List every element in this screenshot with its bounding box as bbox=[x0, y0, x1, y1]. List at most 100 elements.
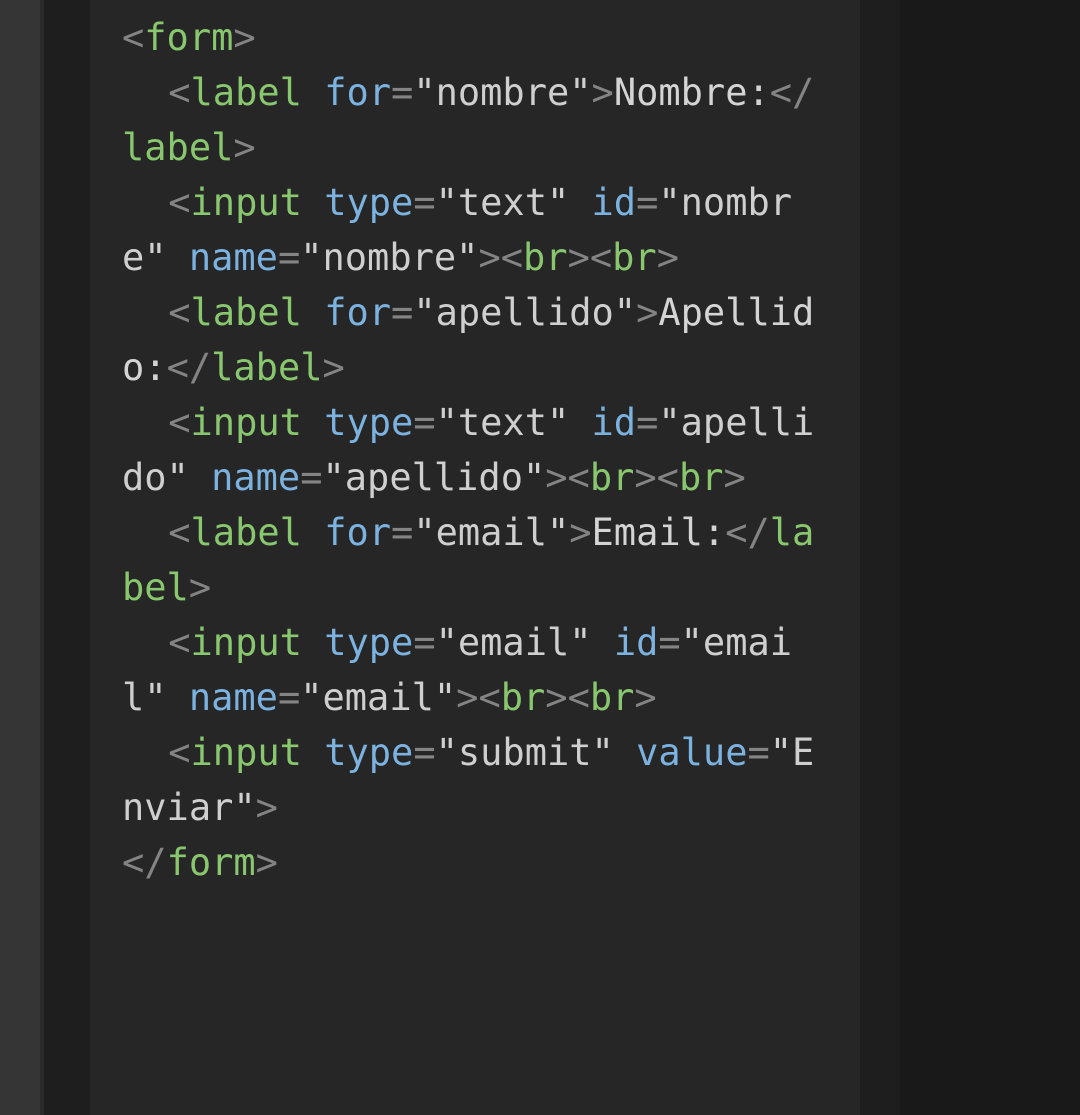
equals: = bbox=[413, 621, 435, 664]
angle-open: < bbox=[168, 71, 190, 114]
space bbox=[302, 621, 324, 664]
equals: = bbox=[391, 291, 413, 334]
tag-label: label bbox=[211, 346, 322, 389]
tag-br: br bbox=[679, 456, 724, 499]
angle-pair: >< bbox=[634, 456, 679, 499]
str-apellido: "apellido" bbox=[323, 456, 546, 499]
indent bbox=[122, 285, 168, 340]
tag-br: br bbox=[590, 676, 635, 719]
editor-background bbox=[900, 0, 1080, 1115]
angle-close: > bbox=[657, 236, 679, 279]
space bbox=[167, 236, 189, 279]
angle-close: > bbox=[636, 291, 658, 334]
angle-open-slash: </ bbox=[122, 841, 167, 884]
space bbox=[189, 456, 211, 499]
str-nombre: "nombre" bbox=[413, 71, 591, 114]
indent bbox=[122, 725, 168, 780]
attr-type: type bbox=[324, 401, 413, 444]
equals: = bbox=[658, 621, 680, 664]
str-apellido: "apellido" bbox=[413, 291, 636, 334]
equals: = bbox=[391, 511, 413, 554]
equals: = bbox=[278, 236, 300, 279]
editor-panel-right bbox=[860, 0, 900, 1115]
space bbox=[614, 731, 636, 774]
angle-close: > bbox=[724, 456, 746, 499]
equals: = bbox=[636, 181, 658, 224]
indent bbox=[122, 505, 168, 560]
angle-open: < bbox=[168, 621, 190, 664]
str-email: "email" bbox=[300, 676, 456, 719]
equals: = bbox=[278, 676, 300, 719]
attr-for: for bbox=[324, 511, 391, 554]
attr-name-attr: name bbox=[189, 676, 278, 719]
angle-close: > bbox=[189, 566, 211, 609]
equals: = bbox=[413, 731, 435, 774]
space bbox=[592, 621, 614, 664]
tag-label: label bbox=[191, 71, 302, 114]
attr-name-attr: name bbox=[189, 236, 278, 279]
tag-input: input bbox=[191, 181, 302, 224]
angle-open: < bbox=[168, 511, 190, 554]
code-content[interactable]: <form> <label for="nombre">Nombre:</labe… bbox=[90, 0, 860, 890]
indent bbox=[122, 175, 168, 230]
angle-pair: >< bbox=[456, 676, 501, 719]
tag-br: br bbox=[590, 456, 635, 499]
tag-br: br bbox=[523, 236, 568, 279]
tag-input: input bbox=[191, 401, 302, 444]
attr-id: id bbox=[592, 401, 637, 444]
angle-open-slash: </ bbox=[725, 511, 770, 554]
angle-close: > bbox=[569, 511, 591, 554]
tag-label: label bbox=[191, 511, 302, 554]
equals: = bbox=[391, 71, 413, 114]
angle-open-slash: </ bbox=[770, 71, 815, 114]
space bbox=[302, 71, 324, 114]
str-nombre: "nombre" bbox=[300, 236, 478, 279]
tag-label: label bbox=[122, 126, 233, 169]
str-text: "text" bbox=[436, 181, 570, 224]
text-nombre: Nombre: bbox=[614, 71, 770, 114]
angle-pair: >< bbox=[478, 236, 523, 279]
angle-close: > bbox=[233, 16, 255, 59]
tag-br: br bbox=[612, 236, 657, 279]
tag-label: label bbox=[191, 291, 302, 334]
tag-input: input bbox=[191, 621, 302, 664]
code-block[interactable]: <form> <label for="nombre">Nombre:</labe… bbox=[90, 0, 860, 1115]
angle-open: < bbox=[168, 401, 190, 444]
equals: = bbox=[300, 456, 322, 499]
angle-open: < bbox=[168, 181, 190, 224]
space bbox=[569, 401, 591, 444]
attr-for: for bbox=[324, 291, 391, 334]
equals: = bbox=[636, 401, 658, 444]
indent bbox=[122, 615, 168, 670]
attr-type: type bbox=[324, 731, 413, 774]
angle-close: > bbox=[634, 676, 656, 719]
angle-close: > bbox=[323, 346, 345, 389]
equals: = bbox=[413, 401, 435, 444]
str-text: "text" bbox=[436, 401, 570, 444]
attr-id: id bbox=[614, 621, 659, 664]
attr-type: type bbox=[324, 181, 413, 224]
text-email: Email: bbox=[592, 511, 726, 554]
attr-type: type bbox=[324, 621, 413, 664]
space bbox=[167, 676, 189, 719]
tag-form: form bbox=[144, 16, 233, 59]
angle-pair: >< bbox=[545, 456, 590, 499]
space bbox=[302, 181, 324, 224]
angle-open: < bbox=[168, 291, 190, 334]
indent bbox=[122, 395, 168, 450]
str-email: "email" bbox=[436, 621, 592, 664]
attr-id: id bbox=[592, 181, 637, 224]
space bbox=[302, 731, 324, 774]
equals: = bbox=[747, 731, 769, 774]
space bbox=[302, 401, 324, 444]
space bbox=[569, 181, 591, 224]
angle-close: > bbox=[592, 71, 614, 114]
tag-br: br bbox=[501, 676, 546, 719]
angle-close: > bbox=[233, 126, 255, 169]
angle-close: > bbox=[256, 841, 278, 884]
str-submit: "submit" bbox=[436, 731, 614, 774]
tag-form: form bbox=[167, 841, 256, 884]
space bbox=[302, 291, 324, 334]
angle-pair: >< bbox=[568, 236, 613, 279]
angle-open: < bbox=[168, 731, 190, 774]
